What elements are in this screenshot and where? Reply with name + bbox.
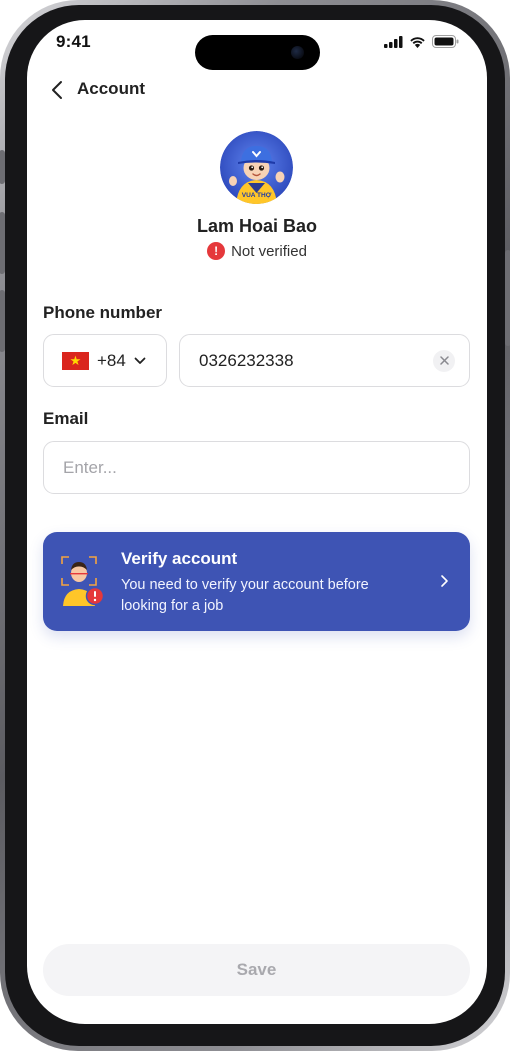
country-code-picker[interactable]: ★ +84 bbox=[43, 334, 167, 387]
avatar[interactable]: VUA THỢ bbox=[220, 131, 293, 204]
phone-label: Phone number bbox=[43, 303, 163, 322]
profile-name: Lam Hoai Bao bbox=[196, 216, 318, 236]
face-verify-icon bbox=[61, 556, 105, 606]
avatar-illustration: VUA THỢ bbox=[220, 131, 293, 204]
signal-icon bbox=[384, 35, 403, 48]
verification-status-text: Not verified bbox=[231, 242, 307, 260]
dynamic-island bbox=[195, 35, 320, 70]
phone-frame: 9:41 Account VUA THỢ Lam Hoai Bao ! Not … bbox=[0, 0, 510, 1051]
app-screen: 9:41 Account VUA THỢ Lam Hoai Bao ! Not … bbox=[27, 20, 487, 1024]
email-field[interactable] bbox=[63, 457, 469, 478]
status-icons bbox=[384, 35, 459, 48]
back-icon bbox=[52, 81, 62, 99]
clear-phone-button[interactable] bbox=[433, 349, 455, 372]
power-button bbox=[505, 250, 510, 346]
back-button[interactable] bbox=[47, 78, 67, 102]
country-code: +84 bbox=[97, 350, 126, 370]
verify-card-title: Verify account bbox=[121, 549, 238, 568]
clear-icon bbox=[439, 356, 449, 365]
phone-number-field[interactable]: 0326232338 bbox=[179, 334, 470, 387]
wifi-icon bbox=[410, 36, 425, 48]
chevron-right-icon bbox=[441, 575, 448, 587]
email-field-container[interactable] bbox=[43, 441, 470, 494]
verify-card-description: You need to verify your account before l… bbox=[121, 577, 369, 614]
battery-icon bbox=[432, 35, 459, 48]
verification-status: ! Not verified bbox=[27, 242, 487, 260]
alert-icon: ! bbox=[207, 242, 226, 260]
flag-vn-icon: ★ bbox=[62, 351, 89, 370]
phone-number-value[interactable]: 0326232338 bbox=[199, 351, 433, 371]
save-button[interactable]: Save bbox=[43, 944, 470, 996]
chevron-down-icon bbox=[134, 357, 146, 364]
camera-icon bbox=[291, 46, 304, 59]
svg-text:VUA THỢ: VUA THỢ bbox=[242, 192, 272, 199]
email-label: Email bbox=[43, 409, 89, 428]
status-time: 9:41 bbox=[56, 32, 91, 51]
verify-account-card[interactable]: Verify account You need to verify your a… bbox=[43, 532, 470, 631]
page-title: Account bbox=[77, 79, 145, 98]
